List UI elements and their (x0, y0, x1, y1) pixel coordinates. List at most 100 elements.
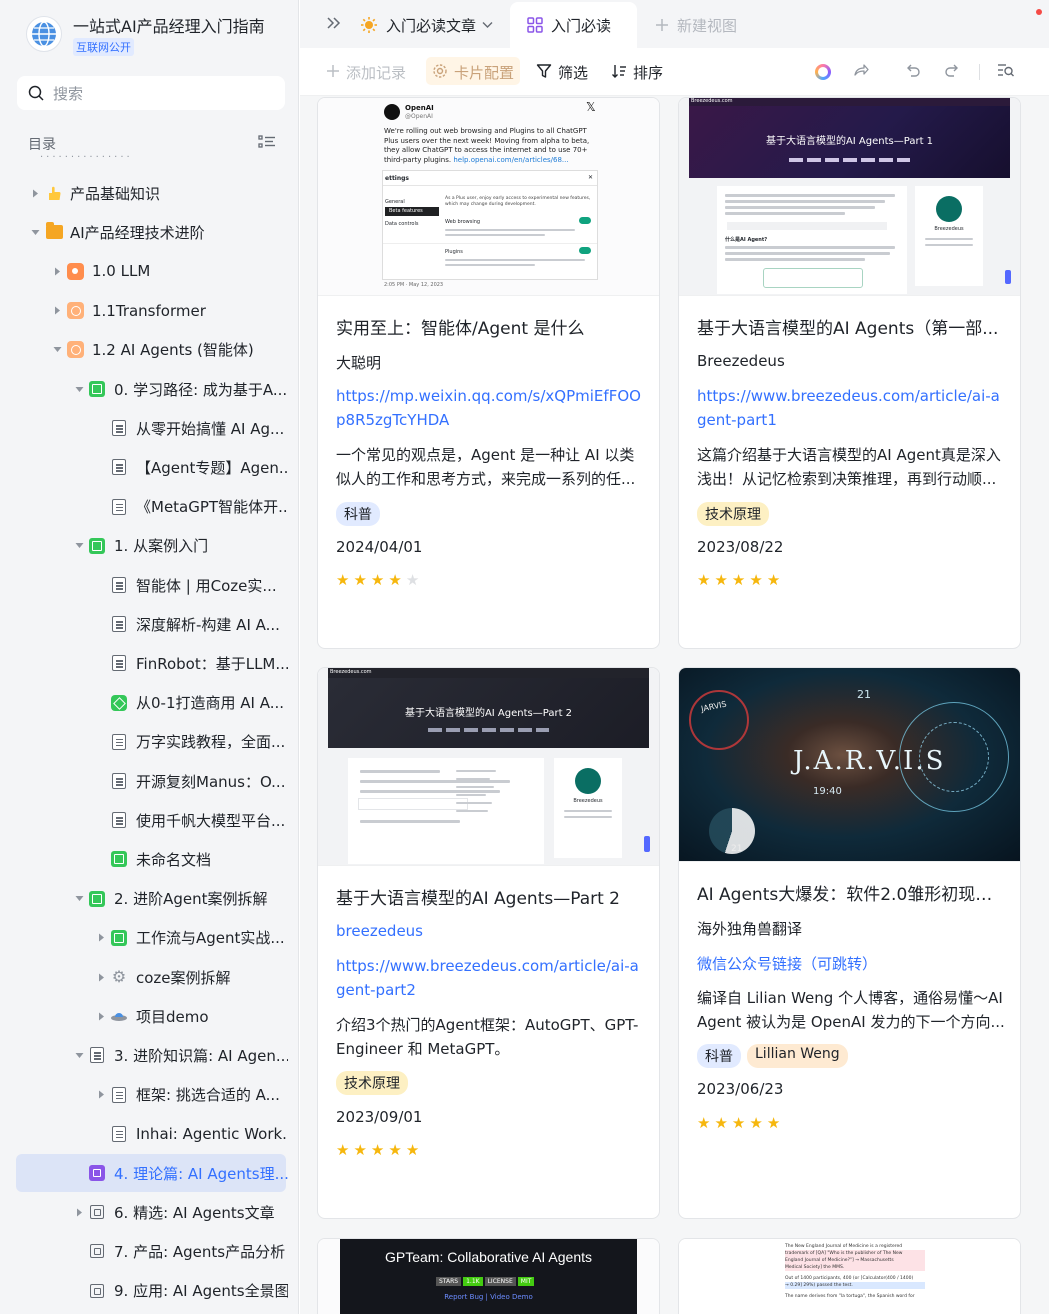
sidebar-item[interactable]: 万字实践教程，全面... (0, 723, 298, 761)
card-title: 实用至上：智能体/Agent 是什么 (336, 319, 585, 339)
caret-right-icon[interactable] (96, 933, 106, 943)
tab-new-view[interactable]: 新建视图 (655, 2, 737, 48)
card-link[interactable]: https://www.breezedeus.com/article/ai-ag… (697, 384, 1007, 432)
card-author[interactable]: breezedeus (336, 922, 423, 940)
caret-right-icon[interactable] (96, 1090, 106, 1100)
star-icon[interactable]: ★ (336, 1143, 349, 1158)
star-icon[interactable]: ★ (336, 573, 349, 588)
star-icon[interactable]: ★ (353, 1143, 366, 1158)
search-records-icon[interactable] (997, 62, 1015, 82)
caret-down-icon[interactable] (74, 384, 84, 394)
record-card[interactable]: GPTeam: Collaborative AI Agents STARS 1.… (317, 1238, 660, 1314)
star-icon[interactable]: ★ (697, 1116, 710, 1131)
redo-icon[interactable] (944, 62, 960, 82)
star-icon[interactable]: ★ (714, 1116, 727, 1131)
sidebar-item[interactable]: 1.0 LLM (0, 252, 298, 290)
caret-down-icon[interactable] (52, 345, 62, 355)
sidebar-item[interactable]: 2. 进阶Agent案例拆解 (0, 880, 298, 918)
star-icon[interactable]: ★ (353, 573, 366, 588)
sidebar-item[interactable]: 1.2 AI Agents (智能体) (0, 331, 298, 369)
card-link[interactable]: https://mp.weixin.qq.com/s/xQPmiEfFOOp8R… (336, 384, 646, 432)
sidebar-item[interactable]: 《MetaGPT智能体开... (0, 488, 298, 526)
sidebar-item[interactable]: 项目demo (0, 997, 298, 1035)
ai-assistant-icon[interactable] (815, 64, 831, 80)
cover-menu-item: Beta features (385, 207, 439, 216)
card-link[interactable]: https://www.breezedeus.com/article/ai-ag… (336, 954, 646, 1002)
search-input[interactable]: 搜索 (17, 76, 285, 110)
sidebar-item[interactable]: 从0-1打造商用 AI A... (0, 684, 298, 722)
toc-list-icon[interactable] (258, 134, 276, 154)
chevron-down-icon[interactable] (482, 21, 493, 29)
tab-must-read[interactable]: 入门必读 (510, 2, 637, 48)
sidebar-item[interactable]: ⚙ coze案例拆解 (0, 958, 298, 996)
card-cover-image: Breezedeus.com 基于大语言模型的AI Agents—Part 2 (318, 668, 659, 866)
sidebar-item[interactable]: 【Agent专题】Agen... (0, 448, 298, 486)
undo-icon[interactable] (905, 62, 921, 82)
star-icon[interactable]: ★ (749, 573, 762, 588)
sidebar-item[interactable]: FinRobot：基于LLM... (0, 644, 298, 682)
card-date: 2023/08/22 (697, 538, 784, 556)
caret-right-icon[interactable] (96, 1011, 106, 1021)
sidebar-item[interactable]: 未命名文档 (0, 840, 298, 878)
sidebar-item[interactable]: Inhai: Agentic Work... (0, 1115, 298, 1153)
star-icon[interactable]: ★ (749, 1116, 762, 1131)
sidebar-item[interactable]: 1.1Transformer (0, 292, 298, 330)
add-record-button[interactable]: 添加记录 (326, 62, 406, 83)
caret-right-icon[interactable] (52, 266, 62, 276)
star-icon[interactable]: ★ (732, 573, 745, 588)
cover-time-text: 19:40 (813, 786, 842, 797)
sidebar-item[interactable]: 0. 学习路径: 成为基于A... (0, 370, 298, 408)
sidebar-item[interactable]: 工作流与Agent实战... (0, 919, 298, 957)
wiki-title[interactable]: 一站式AI产品经理入门指南 (73, 13, 265, 37)
star-icon[interactable]: ★ (406, 1143, 419, 1158)
sidebar-item[interactable]: 智能体 | 用Coze实... (0, 566, 298, 604)
share-icon[interactable] (853, 62, 869, 82)
sidebar-item[interactable]: 9. 应用: AI Agents全景图 (0, 1272, 298, 1310)
tab-must-read-articles[interactable]: 入门必读文章 (356, 2, 505, 48)
caret-right-icon[interactable] (30, 188, 40, 198)
sort-button[interactable]: 排序 (611, 62, 663, 83)
star-icon[interactable]: ★ (371, 573, 384, 588)
record-card[interactable]: JARVIS 21 21 J.A.R.V.I.S 19:40 AI Agents… (678, 667, 1021, 1219)
star-icon[interactable]: ★ (697, 573, 710, 588)
star-icon[interactable]: ★ (714, 573, 727, 588)
star-icon[interactable]: ★ (767, 1116, 780, 1131)
sidebar-item[interactable]: 3. 进阶知识篇: AI Agen... (0, 1036, 298, 1074)
sidebar-item[interactable]: 1. 从案例入门 (0, 527, 298, 565)
sidebar-item[interactable]: 7. 产品: Agents产品分析 (0, 1232, 298, 1270)
sidebar-item[interactable]: 4. 理论篇: AI Agents理... (0, 1154, 298, 1192)
view-tabs-bar: 入门必读文章 入门必读 新建视图 (300, 0, 1049, 48)
star-icon[interactable]: ★ (388, 573, 401, 588)
caret-right-icon[interactable] (74, 1207, 84, 1217)
star-icon[interactable]: ★ (388, 1143, 401, 1158)
sidebar-item[interactable]: 开源复刻Manus：O... (0, 762, 298, 800)
filter-button[interactable]: 筛选 (536, 62, 588, 83)
star-icon[interactable]: ★ (767, 573, 780, 588)
sidebar-item[interactable]: AI产品经理技术进阶 (0, 213, 298, 251)
caret-down-icon[interactable] (74, 1050, 84, 1060)
caret-down-icon[interactable] (74, 541, 84, 551)
card-config-button[interactable]: 卡片配置 (432, 62, 514, 83)
sidebar-item[interactable]: 框架: 挑选合适的 A... (0, 1076, 298, 1114)
sidebar-item-label: 使用千帆大模型平台... (136, 811, 286, 830)
record-card[interactable]: OpenAI @OpenAI 𝕏 We're rolling out web b… (317, 97, 660, 649)
sidebar-item[interactable]: 从零开始搞懂 AI Ag... (0, 409, 298, 447)
globe-icon[interactable] (26, 16, 62, 52)
sidebar-item[interactable]: 深度解析-构建 AI A... (0, 605, 298, 643)
record-card[interactable]: Breezedeus.com 基于大语言模型的AI Agents—Part 2 (317, 667, 660, 1219)
sidebar-item[interactable]: 6. 精选: AI Agents文章 (0, 1193, 298, 1231)
caret-down-icon[interactable] (74, 894, 84, 904)
caret-right-icon[interactable] (52, 306, 62, 316)
record-card[interactable]: Breezedeus.com 基于大语言模型的AI Agents—Part 1 … (678, 97, 1021, 649)
star-icon[interactable]: ★ (732, 1116, 745, 1131)
caret-right-icon[interactable] (96, 972, 106, 982)
star-icon[interactable]: ★ (406, 573, 419, 588)
caret-down-icon[interactable] (30, 227, 40, 237)
star-icon[interactable]: ★ (371, 1143, 384, 1158)
record-card[interactable]: The New England Journal of Medicine is a… (678, 1238, 1021, 1314)
card-link[interactable]: 微信公众号链接（可跳转） (697, 952, 1007, 976)
expand-sidebar-icon[interactable] (326, 16, 342, 34)
sidebar-item[interactable]: 产品基础知识 (0, 174, 298, 212)
card-author: Breezedeus (697, 352, 785, 370)
sidebar-item[interactable]: 使用千帆大模型平台... (0, 801, 298, 839)
